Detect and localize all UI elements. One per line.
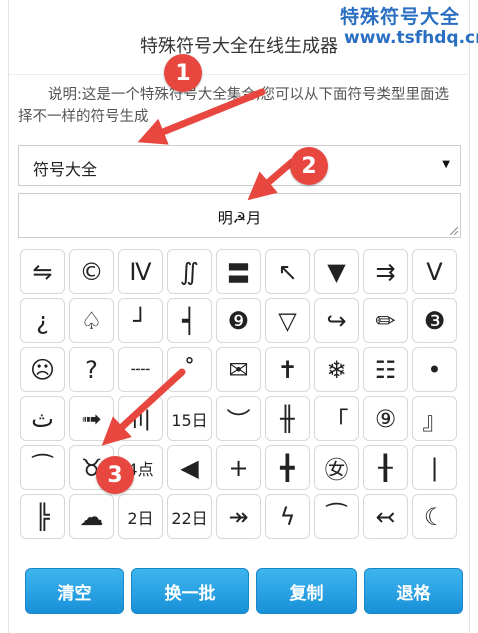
symbol-cell[interactable]: ↪ [314,298,359,343]
symbol-cell[interactable]: ↠ [216,494,261,539]
symbol-cell[interactable]: ث [20,396,65,441]
symbol-cell[interactable]: ⑨ [363,396,408,441]
symbol-cell[interactable]: ✏ [363,298,408,343]
backspace-button[interactable]: 退格 [364,568,463,614]
annotation-badge-2: 2 [290,147,328,185]
symbol-cell[interactable]: ◀ [167,445,212,490]
symbol-cell[interactable]: ✝ [265,347,310,392]
symbol-cell[interactable]: ▽ [265,298,310,343]
symbol-cell[interactable]: ⇋ [20,249,65,294]
category-select[interactable]: 符号大全 ▼ [18,145,461,186]
symbol-cell[interactable]: ︶ [216,396,261,441]
symbol-cell[interactable]: ╠ [20,494,65,539]
symbol-cell[interactable]: 15日 [167,396,212,441]
symbol-cell[interactable]: ⇉ [363,249,408,294]
output-text: 明☭月 [217,209,262,227]
clear-button[interactable]: 清空 [25,568,124,614]
page-title: 特殊符号大全在线生成器 [140,36,338,57]
symbol-cell[interactable]: ⁀ [20,445,65,490]
symbol-cell[interactable]: Ⅴ [412,249,457,294]
symbol-cell[interactable]: ☁ [69,494,114,539]
chevron-down-icon: ▼ [442,159,450,170]
symbol-cell[interactable]: ↢ [363,494,408,539]
symbol-cell[interactable]: ˚ [167,347,212,392]
symbol-cell[interactable]: ╫ [265,396,310,441]
symbol-cell[interactable]: ↖ [265,249,310,294]
symbol-cell[interactable]: ╂ [363,445,408,490]
symbol-cell[interactable]: 22日 [167,494,212,539]
symbol-cell[interactable]: + [216,445,261,490]
symbol-grid: ⇋ © Ⅳ ∬ 〓 ↖ ▼ ⇉ Ⅴ ¿ ♤ ┘ ┥ ❾ ▽ ↪ ✏ ❸ ☹? ╌╌ ˚ ✉ ✝ ❄ ☷ • ث ➟ 〣 15日 ︶ ╫ 「⑨』 ⁀… [20,249,460,539]
symbol-cell[interactable]: ❄ [314,347,359,392]
symbol-cell[interactable]: ϟ [265,494,310,539]
symbol-cell[interactable]: ☷ [363,347,408,392]
symbol-cell[interactable]: ➟ [69,396,114,441]
resize-handle-icon[interactable] [450,227,458,235]
symbol-cell[interactable]: ❸ [412,298,457,343]
symbol-cell[interactable]: ∬ [167,249,212,294]
watermark-title: 特殊符号大全 [340,6,461,28]
copy-button[interactable]: 复制 [256,568,357,614]
symbol-cell[interactable]: 2日 [118,494,163,539]
symbol-cell[interactable]: ╌╌ [118,347,163,392]
symbol-cell[interactable]: 「 [314,396,359,441]
output-textarea[interactable]: 明☭月 [18,193,461,238]
symbol-cell[interactable]: ☾ [412,494,457,539]
symbol-cell[interactable]: ¿ [20,298,65,343]
symbol-cell[interactable]: 』 [412,396,457,441]
refresh-button[interactable]: 换一批 [131,568,249,614]
divider [8,74,470,75]
symbol-cell[interactable]: ╋ [265,445,310,490]
symbol-cell[interactable]: ♤ [69,298,114,343]
symbol-cell[interactable]: ❾ [216,298,261,343]
symbol-cell[interactable]: © [69,249,114,294]
annotation-badge-1: 1 [164,54,202,92]
symbol-cell[interactable]: • [412,347,457,392]
category-select-value: 符号大全 [33,160,98,179]
symbol-cell[interactable]: ☹ [20,347,65,392]
symbol-cell[interactable]: ㊛ [314,445,359,490]
symbol-cell[interactable]: 〓 [216,249,261,294]
symbol-cell[interactable]: ▼ [314,249,359,294]
annotation-badge-3: 3 [96,456,134,494]
symbol-cell[interactable]: ┘ [118,298,163,343]
symbol-cell[interactable]: ? [69,347,114,392]
symbol-cell[interactable]: Ⅳ [118,249,163,294]
symbol-cell[interactable]: 〣 [118,396,163,441]
symbol-cell[interactable]: ✉ [216,347,261,392]
symbol-cell[interactable]: | [412,445,457,490]
symbol-cell[interactable]: ⁀ [314,494,359,539]
description-text: 说明:这是一个特殊符号大全集合,您可以从下面符号类型里面选择不一样的符号生成 [18,87,449,125]
symbol-cell[interactable]: ┥ [167,298,212,343]
